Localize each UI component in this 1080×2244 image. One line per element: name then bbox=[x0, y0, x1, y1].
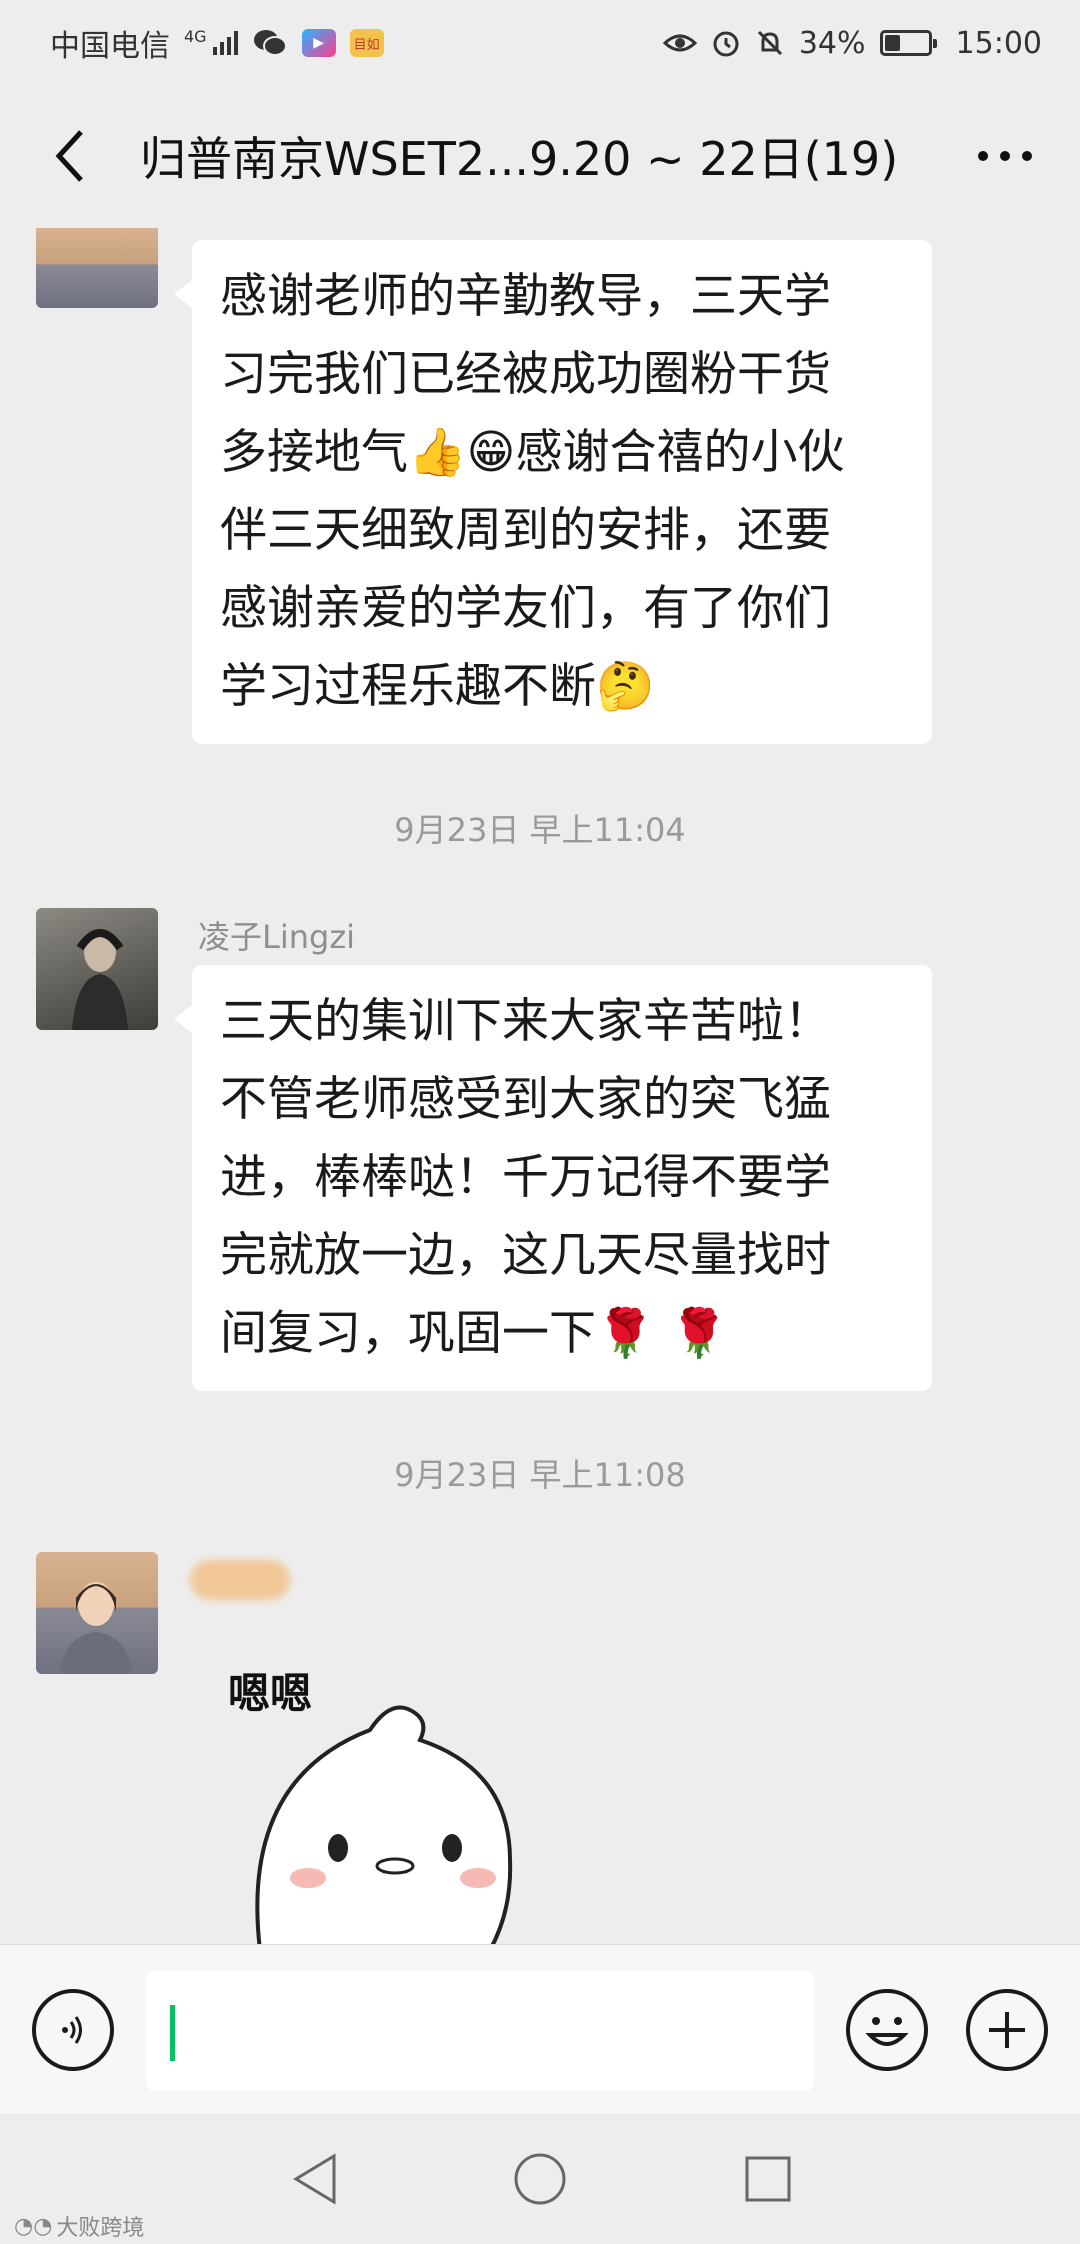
carrier-label: 中国电信 bbox=[50, 29, 170, 64]
wechat-icon bbox=[253, 30, 287, 56]
emoji-icon bbox=[865, 2017, 909, 2046]
sticker-character-icon bbox=[255, 1705, 513, 1950]
status-left: 中国电信 4G ▶ 目如 bbox=[50, 21, 663, 65]
battery-percent: 34% bbox=[798, 25, 866, 61]
more-button[interactable] bbox=[970, 116, 1040, 196]
mute-bell-icon bbox=[757, 30, 782, 56]
plus-button[interactable] bbox=[966, 1989, 1048, 2071]
message-line: 完就放一边，这几天尽量找时 bbox=[220, 1228, 831, 1283]
message-line: 三天的集训下来大家辛苦啦！ bbox=[220, 994, 831, 1049]
avatar[interactable] bbox=[36, 908, 158, 1030]
blurred-sender-name bbox=[190, 1560, 290, 1600]
watermark-logo-icon: ◔◔ bbox=[14, 2213, 53, 2239]
message-line: 伴三天细致周到的安排，还要 bbox=[220, 503, 831, 558]
text-caret bbox=[170, 2005, 175, 2061]
chevron-left-icon bbox=[55, 130, 83, 182]
nav-recents-icon[interactable] bbox=[733, 2144, 803, 2214]
nav-back-icon[interactable] bbox=[282, 2144, 352, 2214]
avatar[interactable] bbox=[36, 1552, 158, 1674]
avatar[interactable] bbox=[36, 228, 158, 308]
sticker-message[interactable]: 嗯嗯 bbox=[220, 1660, 540, 1950]
message-input[interactable] bbox=[146, 1971, 814, 2091]
status-bar: 中国电信 4G ▶ 目如 34% 15:00 bbox=[0, 0, 1080, 86]
sender-name: 凌子Lingzi bbox=[198, 918, 356, 956]
person-photo-icon bbox=[60, 1582, 132, 1674]
back-button[interactable] bbox=[40, 116, 100, 196]
message-line: 间复习，巩固一下🌹 🌹 bbox=[220, 1306, 728, 1361]
network-label: 4G bbox=[184, 27, 207, 46]
chat-title: 归普南京WSET2...9.20 ~ 22日(19) bbox=[140, 132, 899, 186]
voice-icon bbox=[62, 2016, 82, 2044]
message-line: 不管老师感受到大家的突飞猛 bbox=[220, 1072, 831, 1127]
app-badge-icon: 目如 bbox=[349, 29, 384, 57]
emoji-button[interactable] bbox=[846, 1989, 928, 2071]
timestamp: 9月23日 早上11:08 bbox=[394, 1456, 686, 1494]
message-line: 感谢老师的辛勤教导，三天学 bbox=[220, 269, 831, 324]
chat-screen: 中国电信 4G ▶ 目如 34% 15:00 归普南京WSET2...9.20 … bbox=[0, 0, 1080, 2244]
status-right: 34% 15:00 bbox=[662, 25, 1042, 61]
nav-home-icon[interactable] bbox=[505, 2144, 575, 2214]
input-bar bbox=[0, 1944, 1080, 2114]
message-line: 习完我们已经被成功圈粉干货 bbox=[220, 347, 831, 402]
chat-header: 归普南京WSET2...9.20 ~ 22日(19) bbox=[0, 86, 1080, 226]
battery-icon bbox=[879, 30, 937, 56]
message-bubble[interactable]: 三天的集训下来大家辛苦啦！ 不管老师感受到大家的突飞猛 进，棒棒哒！千万记得不要… bbox=[174, 965, 932, 1391]
signal-icon bbox=[212, 31, 238, 55]
voice-button[interactable] bbox=[32, 1989, 114, 2071]
message-line: 进，棒棒哒！千万记得不要学 bbox=[220, 1150, 831, 1205]
message-bubble[interactable]: 感谢老师的辛勤教导，三天学 习完我们已经被成功圈粉干货 多接地气👍😁感谢合禧的小… bbox=[174, 240, 932, 744]
eye-icon bbox=[662, 34, 697, 52]
plus-icon bbox=[989, 2012, 1025, 2048]
message-line: 感谢亲爱的学友们，有了你们 bbox=[220, 581, 831, 636]
message-line: 学习过程乐趣不断🤔 bbox=[220, 659, 655, 714]
watermark: ◔◔ 大败跨境 bbox=[14, 2210, 144, 2242]
youku-app-icon: ▶ bbox=[301, 29, 336, 57]
clock: 15:00 bbox=[955, 25, 1042, 61]
timestamp: 9月23日 早上11:04 bbox=[394, 811, 686, 849]
message-line: 多接地气👍😁感谢合禧的小伙 bbox=[220, 425, 845, 480]
system-nav-bar bbox=[0, 2114, 1080, 2244]
watermark-text: 大败跨境 bbox=[56, 2216, 145, 2241]
alarm-icon bbox=[713, 31, 739, 57]
person-photo-icon bbox=[72, 929, 128, 1030]
more-dots-icon bbox=[978, 151, 1032, 161]
